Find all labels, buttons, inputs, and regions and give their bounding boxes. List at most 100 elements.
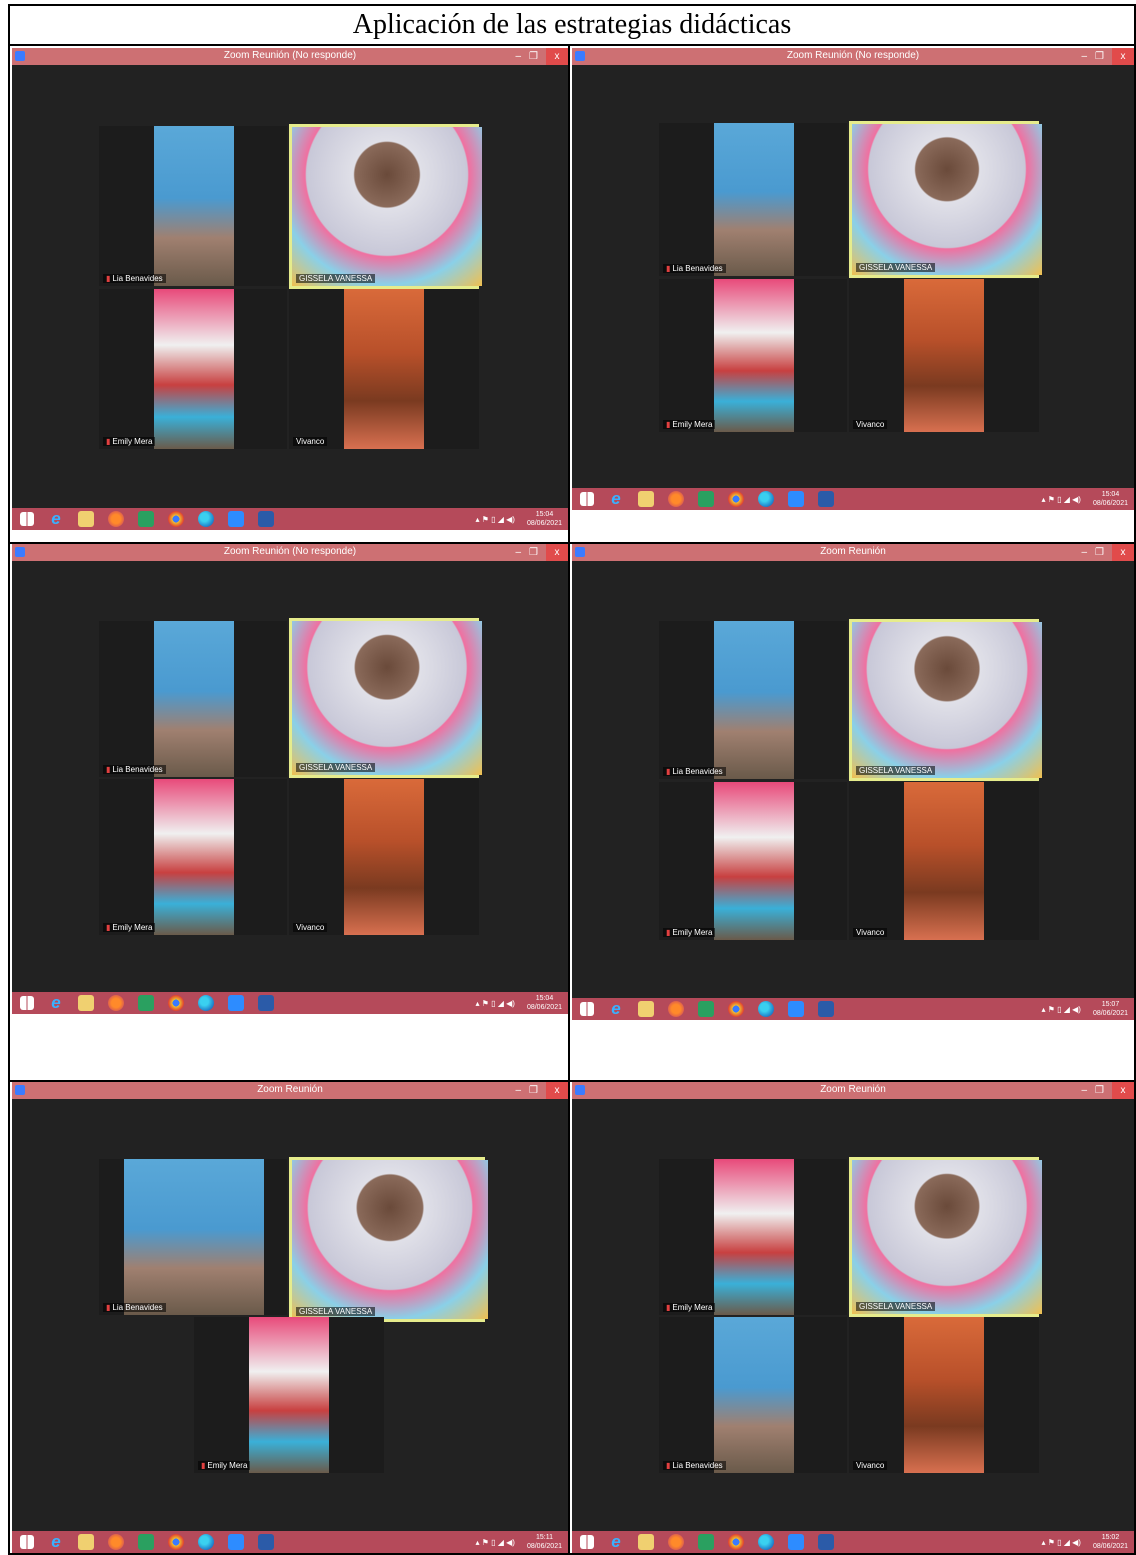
clock[interactable]: 15:11 08/06/2021: [527, 1533, 562, 1551]
minimize-button[interactable]: –: [1081, 51, 1087, 62]
zoom-icon[interactable]: [788, 1001, 804, 1017]
edge-icon[interactable]: [758, 491, 774, 507]
firefox-icon[interactable]: [108, 1534, 124, 1550]
participant-tile[interactable]: ▮ Lia Benavides: [99, 621, 287, 777]
close-button[interactable]: x: [546, 1082, 568, 1099]
zoom-icon[interactable]: [228, 1534, 244, 1550]
minimize-button[interactable]: –: [1081, 1085, 1087, 1096]
close-button[interactable]: x: [1112, 1082, 1134, 1099]
windows-icon[interactable]: [580, 1002, 594, 1016]
firefox-icon[interactable]: [108, 995, 124, 1011]
firefox-icon[interactable]: [668, 1534, 684, 1550]
clock[interactable]: 15:04 08/06/2021: [527, 510, 562, 528]
close-button[interactable]: x: [1112, 544, 1134, 561]
windows-icon[interactable]: [20, 1535, 34, 1549]
active-speaker-tile[interactable]: GISSELA VANESSA: [849, 619, 1042, 781]
minimize-button[interactable]: –: [515, 547, 521, 558]
files-icon[interactable]: [78, 511, 94, 527]
close-button[interactable]: x: [546, 544, 568, 561]
participant-tile[interactable]: ▮ Emily Mera: [659, 782, 847, 940]
zoom-icon[interactable]: [788, 491, 804, 507]
store-icon[interactable]: [138, 511, 154, 527]
ie-icon[interactable]: e: [48, 994, 64, 1011]
edge-icon[interactable]: [758, 1534, 774, 1550]
chrome-icon[interactable]: [168, 511, 184, 527]
minimize-button[interactable]: –: [1081, 547, 1087, 558]
firefox-icon[interactable]: [668, 1001, 684, 1017]
participant-tile[interactable]: ▮ Emily Mera: [659, 1159, 847, 1315]
store-icon[interactable]: [698, 1534, 714, 1550]
tray-icons[interactable]: ▴ ⚑ ▯ ◢ ◀): [1042, 495, 1081, 504]
participant-tile[interactable]: ▮ Lia Benavides: [659, 621, 847, 779]
word-icon[interactable]: [818, 1534, 834, 1550]
ie-icon[interactable]: e: [48, 1533, 64, 1550]
chrome-icon[interactable]: [168, 1534, 184, 1550]
participant-tile[interactable]: ▮ Lia Benavides: [659, 123, 847, 276]
store-icon[interactable]: [138, 1534, 154, 1550]
word-icon[interactable]: [258, 511, 274, 527]
zoom-icon[interactable]: [228, 995, 244, 1011]
files-icon[interactable]: [638, 1001, 654, 1017]
maximize-button[interactable]: ❐: [1095, 1085, 1104, 1096]
tray-icons[interactable]: ▴ ⚑ ▯ ◢ ◀): [476, 1538, 515, 1547]
edge-icon[interactable]: [198, 995, 214, 1011]
participant-tile[interactable]: ▮ Lia Benavides: [659, 1317, 847, 1473]
maximize-button[interactable]: ❐: [1095, 51, 1104, 62]
active-speaker-tile[interactable]: GISSELA VANESSA: [849, 1157, 1042, 1317]
files-icon[interactable]: [638, 491, 654, 507]
windows-icon[interactable]: [580, 1535, 594, 1549]
files-icon[interactable]: [78, 995, 94, 1011]
tray-icons[interactable]: ▴ ⚑ ▯ ◢ ◀): [476, 999, 515, 1008]
tray-icons[interactable]: ▴ ⚑ ▯ ◢ ◀): [1042, 1538, 1081, 1547]
firefox-icon[interactable]: [108, 511, 124, 527]
chrome-icon[interactable]: [728, 491, 744, 507]
participant-tile[interactable]: ▮ Emily Mera: [99, 289, 287, 449]
store-icon[interactable]: [138, 995, 154, 1011]
participant-tile[interactable]: Vivanco: [849, 782, 1039, 940]
maximize-button[interactable]: ❐: [1095, 547, 1104, 558]
chrome-icon[interactable]: [728, 1001, 744, 1017]
edge-icon[interactable]: [198, 511, 214, 527]
word-icon[interactable]: [818, 1001, 834, 1017]
windows-icon[interactable]: [580, 492, 594, 506]
active-speaker-tile[interactable]: GISSELA VANESSA: [849, 121, 1042, 278]
minimize-button[interactable]: –: [515, 1085, 521, 1096]
participant-tile[interactable]: ▮ Emily Mera: [659, 279, 847, 432]
files-icon[interactable]: [78, 1534, 94, 1550]
ie-icon[interactable]: e: [608, 1000, 624, 1017]
clock[interactable]: 15:04 08/06/2021: [1093, 490, 1128, 508]
ie-icon[interactable]: e: [608, 1533, 624, 1550]
close-button[interactable]: x: [546, 48, 568, 65]
ie-icon[interactable]: e: [48, 510, 64, 527]
zoom-icon[interactable]: [228, 511, 244, 527]
participant-tile[interactable]: Vivanco: [289, 779, 479, 935]
store-icon[interactable]: [698, 491, 714, 507]
close-button[interactable]: x: [1112, 48, 1134, 65]
maximize-button[interactable]: ❐: [529, 547, 538, 558]
clock[interactable]: 15:02 08/06/2021: [1093, 1533, 1128, 1551]
maximize-button[interactable]: ❐: [529, 51, 538, 62]
participant-tile[interactable]: ▮ Lia Benavides: [99, 126, 287, 286]
chrome-icon[interactable]: [728, 1534, 744, 1550]
clock[interactable]: 15:07 08/06/2021: [1093, 1000, 1128, 1018]
active-speaker-tile[interactable]: GISSELA VANESSA: [289, 124, 482, 289]
word-icon[interactable]: [818, 491, 834, 507]
participant-tile[interactable]: Vivanco: [849, 279, 1039, 432]
chrome-icon[interactable]: [168, 995, 184, 1011]
active-speaker-tile[interactable]: GISSELA VANESSA: [289, 618, 482, 778]
windows-icon[interactable]: [20, 512, 34, 526]
edge-icon[interactable]: [758, 1001, 774, 1017]
tray-icons[interactable]: ▴ ⚑ ▯ ◢ ◀): [1042, 1005, 1081, 1014]
participant-tile[interactable]: Vivanco: [849, 1317, 1039, 1473]
firefox-icon[interactable]: [668, 491, 684, 507]
participant-tile[interactable]: Vivanco: [289, 289, 479, 449]
participant-tile[interactable]: ▮ Emily Mera: [99, 779, 287, 935]
active-speaker-tile[interactable]: GISSELA VANESSA: [289, 1157, 488, 1322]
zoom-icon[interactable]: [788, 1534, 804, 1550]
word-icon[interactable]: [258, 995, 274, 1011]
minimize-button[interactable]: –: [515, 51, 521, 62]
edge-icon[interactable]: [198, 1534, 214, 1550]
maximize-button[interactable]: ❐: [529, 1085, 538, 1096]
tray-icons[interactable]: ▴ ⚑ ▯ ◢ ◀): [476, 515, 515, 524]
participant-tile[interactable]: ▮ Lia Benavides: [99, 1159, 287, 1315]
